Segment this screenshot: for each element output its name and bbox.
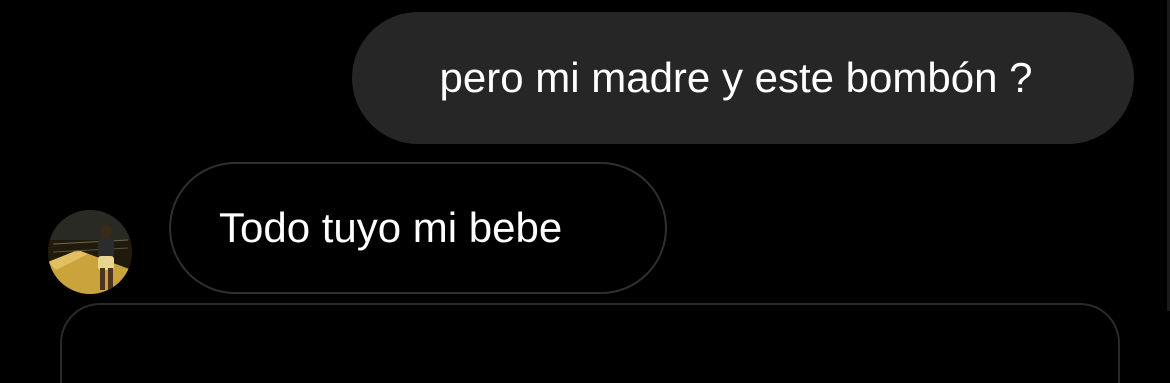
sent-message-text: pero mi madre y este bombón ? [439,54,1033,101]
received-message-bubble[interactable]: Todo tuyo mi bebe [169,162,667,294]
contact-avatar[interactable] [48,210,132,294]
next-message-bubble-partial [60,303,1120,383]
received-message-row: Todo tuyo mi bebe [0,162,1170,294]
received-message-text: Todo tuyo mi bebe [219,204,563,251]
sent-message-bubble[interactable]: pero mi madre y este bombón ? [352,12,1134,144]
contact-avatar-photo-icon [48,210,132,294]
chat-thread: pero mi madre y este bombón ? Todo tuyo … [0,0,1170,383]
